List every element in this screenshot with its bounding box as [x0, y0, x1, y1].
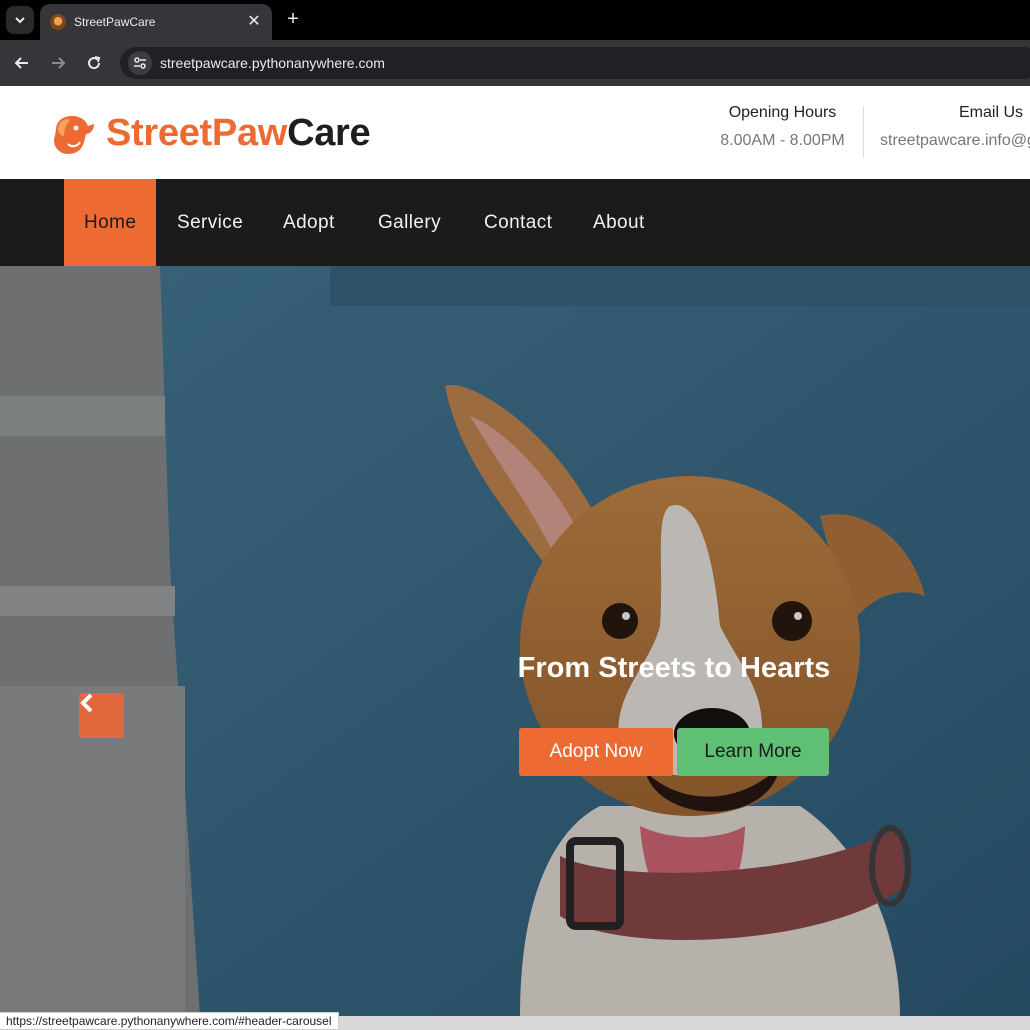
chevron-down-icon: [15, 17, 25, 24]
email-value[interactable]: streetpawcare.info@gmail.com: [880, 132, 1030, 150]
tune-icon: [134, 57, 146, 69]
header-divider: [863, 106, 864, 158]
chevron-left-icon: [80, 693, 93, 713]
tab-list-button[interactable]: [6, 6, 34, 34]
nav-gallery[interactable]: Gallery: [378, 179, 441, 266]
brand-name: StreetPawCare: [106, 111, 371, 155]
email-block: Email Us streetpawcare.info@gmail.com: [880, 104, 1030, 150]
reload-button[interactable]: [82, 51, 106, 75]
favicon-icon: [50, 14, 66, 30]
nav-home[interactable]: Home: [64, 179, 157, 266]
new-tab-button[interactable]: +: [282, 8, 304, 30]
tab-title: StreetPawCare: [74, 15, 156, 29]
hero-overlay: [0, 266, 1030, 1016]
carousel-prev-button[interactable]: [79, 693, 124, 738]
address-bar[interactable]: streetpawcare.pythonanywhere.com: [120, 47, 1030, 79]
opening-hours-label: Opening Hours: [728, 104, 837, 121]
email-label: Email Us: [959, 104, 1024, 121]
arrow-left-icon: [14, 57, 28, 69]
arrow-right-icon: [52, 57, 66, 69]
hero-title: From Streets to Hearts: [517, 652, 831, 684]
site-header: StreetPawCare Opening Hours 8.00AM - 8.0…: [0, 86, 1030, 179]
nav-about[interactable]: About: [593, 179, 645, 266]
nav-contact[interactable]: Contact: [484, 179, 552, 266]
adopt-now-button[interactable]: Adopt Now: [519, 728, 673, 776]
site-info-button[interactable]: [128, 51, 152, 75]
url-text: streetpawcare.pythonanywhere.com: [160, 55, 385, 71]
back-button[interactable]: [10, 51, 34, 75]
learn-more-button[interactable]: Learn More: [677, 728, 829, 776]
opening-hours: Opening Hours 8.00AM - 8.00PM: [715, 104, 850, 150]
site-logo[interactable]: StreetPawCare: [50, 110, 371, 156]
browser-tab[interactable]: StreetPawCare ✕: [40, 4, 272, 40]
browser-toolbar: streetpawcare.pythonanywhere.com: [0, 40, 1030, 86]
dog-logo-icon: [54, 116, 94, 154]
browser-tabbar: StreetPawCare ✕ +: [0, 0, 1030, 40]
brand-name-part1: StreetPaw: [106, 111, 288, 154]
opening-hours-value: 8.00AM - 8.00PM: [720, 132, 845, 149]
reload-icon: [88, 56, 101, 70]
brand-name-part2: Care: [287, 111, 371, 154]
main-nav: Home Service Adopt Gallery Contact About: [0, 179, 1030, 266]
nav-adopt[interactable]: Adopt: [283, 179, 335, 266]
forward-button[interactable]: [46, 51, 70, 75]
header-carousel: From Streets to Hearts Adopt Now Learn M…: [0, 266, 1030, 1016]
close-tab-icon[interactable]: ✕: [246, 14, 262, 30]
nav-service[interactable]: Service: [177, 179, 243, 266]
status-bar-url: https://streetpawcare.pythonanywhere.com…: [0, 1012, 339, 1030]
